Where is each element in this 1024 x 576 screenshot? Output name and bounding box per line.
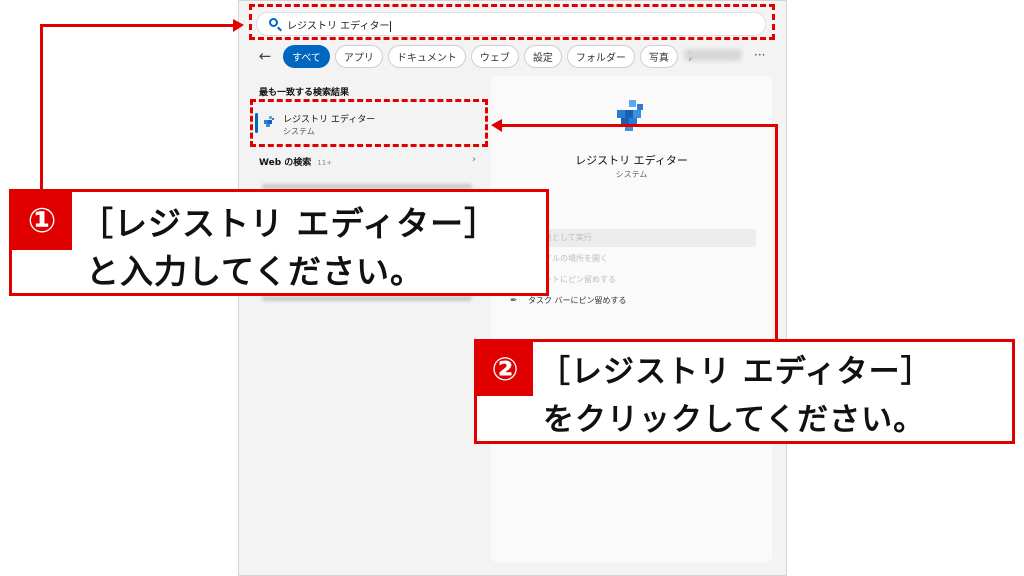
action-label: タスク バーにピン留めする (528, 296, 627, 305)
filter-chip-settings[interactable]: 設定 (523, 44, 562, 68)
filter-bar: ← すべて アプリ ドキュメント ウェブ 設定 フォルダー 写真 (256, 44, 696, 68)
detail-pane (491, 76, 772, 562)
callout-step-2: ② ［レジストリ エディター］ をクリックしてください。 (474, 339, 1015, 444)
result-highlight-frame (250, 99, 488, 147)
callout-line-2: をクリックしてください。 (543, 402, 926, 438)
filter-chip-documents[interactable]: ドキュメント (387, 44, 466, 68)
detail-subtitle: システム (615, 170, 648, 179)
web-search-label: Web の検索 (259, 158, 312, 168)
filter-chip-apps[interactable]: アプリ (334, 44, 383, 68)
more-options-icon[interactable]: ··· (754, 48, 765, 62)
web-search-header: Web の検索 11+ (259, 155, 332, 168)
connector-line-2 (775, 124, 778, 340)
connector-line-1 (40, 24, 235, 27)
filter-chip-photos[interactable]: 写真 (639, 44, 678, 68)
filter-chip-all[interactable]: すべて (283, 44, 330, 68)
web-result-count: 11+ (317, 159, 333, 167)
callout-line-2: と入力してください。 (86, 252, 425, 291)
connector-line-1 (40, 24, 43, 190)
arrowhead-icon (491, 119, 502, 132)
step-number-badge: ② (477, 342, 533, 396)
connector-line-2 (502, 124, 778, 127)
callout-line-1: ［レジストリ エディター］ (539, 354, 933, 390)
callout-step-1: ① ［レジストリ エディター］ と入力してください。 (9, 189, 549, 296)
blurred-account (684, 49, 742, 61)
chevron-right-icon[interactable]: › (472, 154, 476, 165)
arrowhead-icon (233, 19, 244, 32)
step-number-badge: ① (12, 192, 72, 250)
back-arrow-icon[interactable]: ← (256, 47, 274, 65)
blurred-web-result (262, 296, 472, 301)
pin-icon: ✒ (510, 296, 518, 306)
search-highlight-frame (249, 4, 775, 40)
callout-line-1: ［レジストリ エディター］ (80, 204, 499, 243)
filter-chip-web[interactable]: ウェブ (470, 44, 519, 68)
best-match-header: 最も一致する検索結果 (259, 88, 350, 98)
detail-title: レジストリ エディター (575, 154, 688, 167)
filter-chip-folders[interactable]: フォルダー (566, 44, 635, 68)
